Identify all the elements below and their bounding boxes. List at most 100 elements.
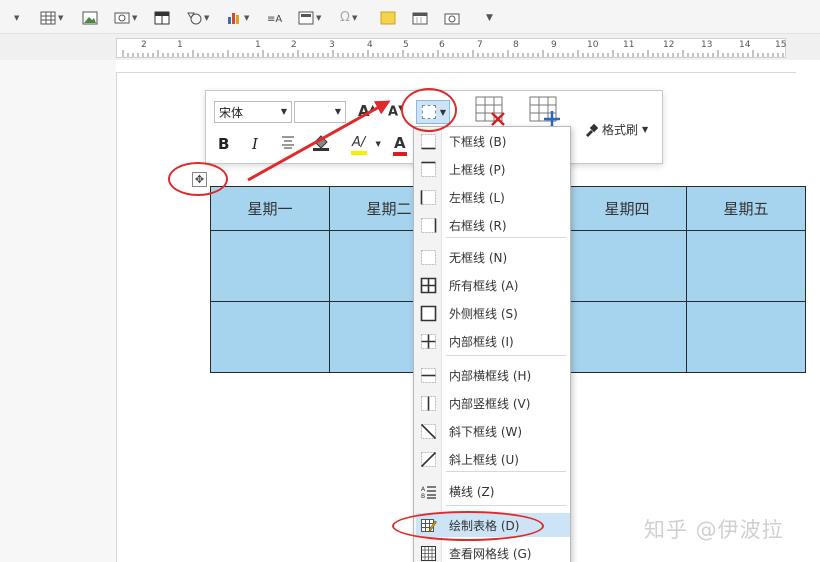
menu-item-horizontal-line[interactable]: A B 横线 (Z) [416, 479, 570, 503]
grow-font-glyph: A [358, 102, 370, 120]
left-border-icon [420, 189, 437, 206]
quick-access-dropdown[interactable]: ▼ [486, 10, 493, 26]
menu-item-label: 无框线 (N) [449, 250, 508, 265]
format-painter-label: 格式刷 [602, 123, 639, 137]
table-cell[interactable] [567, 301, 687, 373]
ruler-label: 15 [775, 40, 787, 50]
table-cell[interactable] [210, 301, 330, 373]
page-margin-area [0, 60, 116, 562]
menu-item-top-border[interactable]: 上框线 (P) [416, 157, 570, 181]
insert-table-icon [529, 96, 560, 127]
menu-item-view-gridlines[interactable]: 查看网格线 (G) [416, 541, 570, 562]
insert-table-button[interactable] [528, 95, 562, 127]
menu-item-label: 所有框线 (A) [449, 278, 519, 293]
align-center-icon [282, 136, 294, 149]
shading-button[interactable] [312, 133, 330, 155]
table-header-cell[interactable]: 星期五 [686, 186, 806, 231]
menu-item-label: 下框线 (B) [449, 134, 507, 149]
menu-item-label: 斜上框线 (U) [449, 452, 519, 467]
grow-font-button[interactable]: A▲ [358, 102, 376, 120]
menu-separator [446, 505, 566, 506]
table-icon[interactable]: ▼ [40, 10, 63, 26]
chart-grid-icon[interactable] [154, 10, 170, 26]
bar-chart-icon[interactable]: ▼ [226, 10, 249, 26]
menu-item-right-border[interactable]: 右框线 (R) [416, 213, 570, 237]
header-icon[interactable]: ▼ [298, 10, 321, 26]
table-cell[interactable] [686, 230, 806, 302]
top-border-icon [420, 161, 437, 178]
menu-item-label: 左框线 (L) [449, 190, 505, 205]
format-painter-button[interactable]: 格式刷 ▼ [584, 121, 648, 138]
menu-item-left-border[interactable]: 左框线 (L) [416, 185, 570, 209]
chevron-down-icon: ▼ [642, 125, 649, 134]
ribbon-toolbar: ▼ ▼ ▼ ▼ ▼ ≡A ▼ Ω ▼ ▼ [0, 0, 820, 34]
screenshot: ▼ ▼ ▼ ▼ ▼ ≡A ▼ Ω ▼ ▼ 2 1 1 2 3 4 5 6 7 8… [0, 0, 820, 562]
textbox-icon[interactable]: ≡A [266, 10, 282, 26]
all-borders-icon [420, 277, 437, 294]
menu-item-no-border[interactable]: 无框线 (N) [416, 245, 570, 269]
ruler-label: 3 [329, 40, 335, 50]
menu-separator [446, 355, 566, 356]
ruler-label: 12 [663, 40, 675, 50]
screenshot-icon[interactable]: ▼ [114, 10, 137, 26]
menu-item-label: 查看网格线 (G) [449, 546, 532, 561]
ruler-label: 1 [177, 40, 183, 50]
note-icon[interactable] [380, 10, 396, 26]
ruler-label: 4 [367, 40, 373, 50]
menu-item-inside-borders[interactable]: 内部框线 (I) [416, 329, 570, 353]
ruler-label: 7 [477, 40, 483, 50]
menu-item-all-borders[interactable]: 所有框线 (A) [416, 273, 570, 297]
table-cell[interactable] [210, 230, 330, 302]
menu-item-diagonal-down-border[interactable]: 斜下框线 (W) [416, 419, 570, 443]
ruler-label: 14 [739, 40, 751, 50]
font-size-select[interactable]: ▼ [294, 101, 346, 123]
table-header-cell[interactable]: 星期四 [567, 186, 687, 231]
menu-item-label: 内部框线 (I) [449, 334, 514, 349]
inside-borders-icon [420, 333, 437, 350]
svg-text:≡A: ≡A [267, 14, 282, 25]
chevron-down-icon: ▼ [280, 107, 287, 116]
ruler-label: 9 [551, 40, 557, 50]
delete-table-icon [475, 96, 505, 126]
menu-item-outside-borders[interactable]: 外侧框线 (S) [416, 301, 570, 325]
picture-icon[interactable] [82, 10, 98, 26]
ruler-label: 2 [291, 40, 297, 50]
delete-table-button[interactable] [474, 95, 506, 127]
shapes-icon[interactable]: ▼ [186, 10, 209, 26]
inside-horizontal-border-icon [420, 367, 437, 384]
svg-text:A: A [421, 486, 426, 493]
camera-icon[interactable] [444, 10, 460, 26]
menu-separator [446, 237, 566, 238]
ruler-ticks [122, 50, 784, 57]
dropdown-arrow[interactable]: ▼ [14, 10, 19, 26]
menu-item-label: 外侧框线 (S) [449, 306, 518, 321]
highlight-button[interactable]: A/ ▼ [351, 135, 381, 155]
menu-item-inside-vertical-border[interactable]: 内部竖框线 (V) [416, 391, 570, 415]
table-cell[interactable] [567, 230, 687, 302]
menu-item-diagonal-up-border[interactable]: 斜上框线 (U) [416, 447, 570, 471]
inside-vertical-border-icon [420, 395, 437, 412]
chevron-down-icon: ▼ [334, 107, 341, 116]
bottom-border-icon [420, 133, 437, 150]
symbol-icon[interactable]: Ω ▼ [340, 10, 357, 26]
italic-button[interactable]: I [252, 135, 258, 153]
align-center-button[interactable] [280, 135, 296, 153]
bold-button[interactable]: B [218, 135, 229, 153]
horizontal-ruler[interactable]: 2 1 1 2 3 4 5 6 7 8 9 10 11 12 13 14 15 [116, 38, 786, 58]
highlight-glyph: A [352, 135, 361, 150]
table-header-cell[interactable]: 星期一 [210, 186, 330, 231]
table-cell[interactable] [686, 301, 806, 373]
no-border-icon [420, 249, 437, 266]
annotation-circle-draw-table [392, 511, 544, 541]
menu-item-bottom-border[interactable]: 下框线 (B) [416, 129, 570, 153]
outside-borders-icon [420, 305, 437, 322]
calendar-icon[interactable] [412, 10, 428, 26]
ruler-label: 11 [623, 40, 635, 50]
annotation-circle-borders [401, 88, 457, 132]
font-name-select[interactable]: 宋体 ▼ [214, 101, 292, 123]
menu-item-label: 上框线 (P) [449, 162, 506, 177]
ruler-label: 1 [255, 40, 261, 50]
menu-item-label: 内部横框线 (H) [449, 368, 532, 383]
menu-item-inside-horizontal-border[interactable]: 内部横框线 (H) [416, 363, 570, 387]
menu-item-label: 斜下框线 (W) [449, 424, 523, 439]
